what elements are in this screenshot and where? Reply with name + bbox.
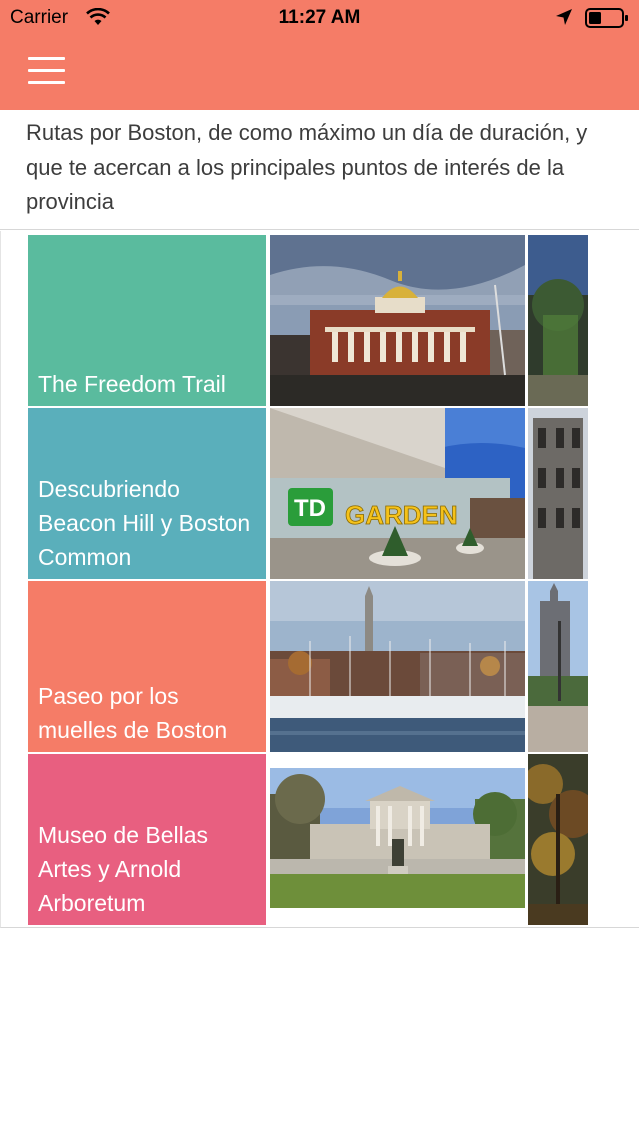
route-row: Museo de Bellas Artes y Arnold Arboretum xyxy=(28,754,588,925)
route-tile-boston-harbor[interactable]: Paseo por los muelles de Boston xyxy=(28,581,266,752)
route-photo-secondary[interactable] xyxy=(528,581,588,752)
td-garden-photo[interactable]: TD GARDEN xyxy=(270,408,525,579)
route-title: The Freedom Trail xyxy=(38,371,226,397)
route-photo-secondary[interactable] xyxy=(528,235,588,406)
routes-list: The Freedom Trail Descubriendo Beacon Hi… xyxy=(0,231,639,928)
route-tile-beacon-hill[interactable]: Descubriendo Beacon Hill y Boston Common xyxy=(28,408,266,579)
route-row: Descubriendo Beacon Hill y Boston Common… xyxy=(28,408,588,579)
app-header: Carrier 11:27 AM xyxy=(0,0,639,110)
boston-harbor-marina-photo[interactable] xyxy=(270,581,525,752)
divider xyxy=(0,229,639,230)
massachusetts-state-house-photo[interactable] xyxy=(270,235,525,406)
svg-text:GARDEN: GARDEN xyxy=(345,500,458,530)
hamburger-menu-icon[interactable] xyxy=(24,50,68,90)
route-title: Descubriendo Beacon Hill y Boston Common xyxy=(38,476,251,570)
route-title: Museo de Bellas Artes y Arnold Arboretum xyxy=(38,822,209,916)
route-title: Paseo por los muelles de Boston xyxy=(38,683,228,743)
location-arrow-icon xyxy=(556,9,572,25)
battery-icon xyxy=(585,8,628,28)
route-tile-freedom-trail[interactable]: The Freedom Trail xyxy=(28,235,266,406)
route-photo-secondary[interactable] xyxy=(528,408,588,579)
intro-text: Rutas por Boston, de como máximo un día … xyxy=(26,120,588,214)
route-row: Paseo por los muelles de Boston xyxy=(28,581,588,752)
clock: 11:27 AM xyxy=(278,7,361,28)
route-row: The Freedom Trail xyxy=(28,235,588,406)
sign-td-text: TD xyxy=(294,495,326,522)
route-photo-secondary[interactable] xyxy=(528,754,588,925)
route-tile-museum-arboretum[interactable]: Museo de Bellas Artes y Arnold Arboretum xyxy=(28,754,266,925)
museum-of-fine-arts-photo[interactable] xyxy=(270,754,525,925)
status-bar: Carrier 11:27 AM xyxy=(0,0,639,40)
